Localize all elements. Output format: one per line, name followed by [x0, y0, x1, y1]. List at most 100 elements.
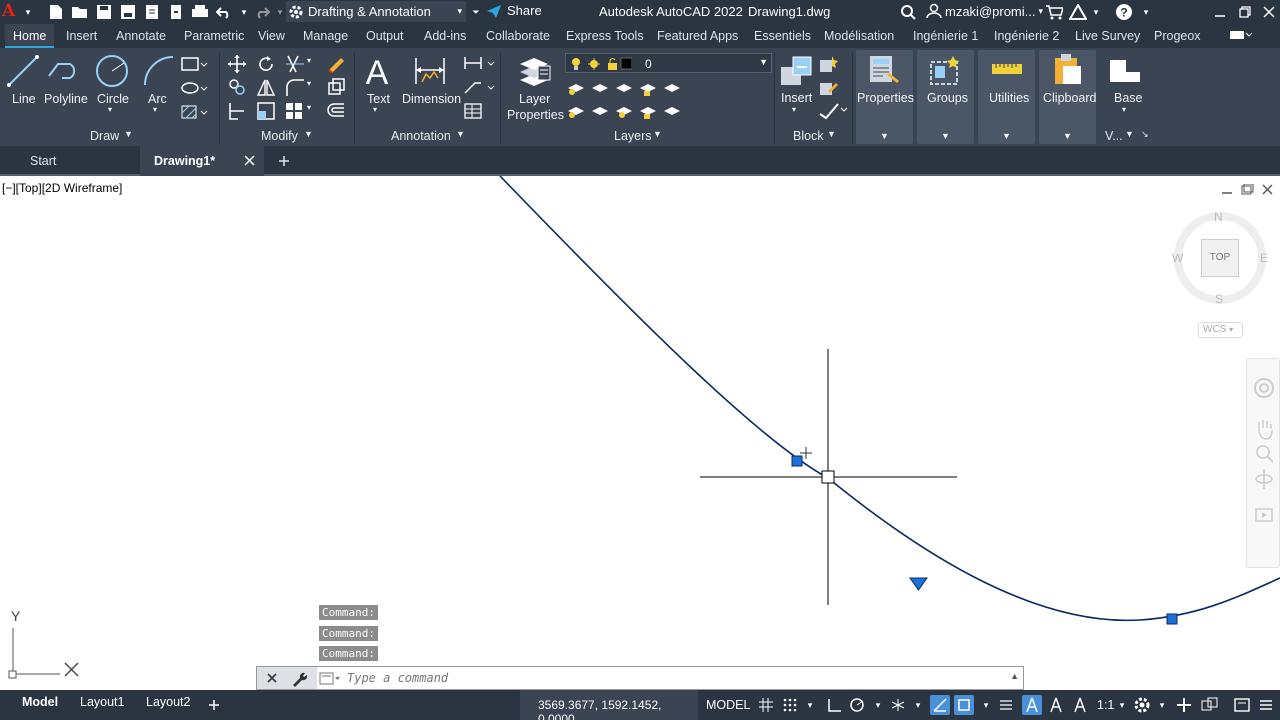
snap-icon[interactable] [780, 695, 800, 715]
save-icon[interactable] [94, 2, 114, 22]
pan-hand-icon[interactable] [1254, 417, 1274, 441]
polyline-icon[interactable] [46, 54, 82, 88]
chevron-down-icon[interactable]: ▾ [373, 105, 377, 114]
chevron-down-icon[interactable]: ▼ [827, 129, 836, 139]
customize-wrench-icon[interactable] [291, 671, 307, 687]
tab-drawing1[interactable]: Drawing1* [140, 146, 264, 176]
auto-scale-icon[interactable] [1046, 695, 1066, 715]
chevron-down-icon[interactable]: ▾ [1086, 2, 1106, 22]
chevron-down-icon[interactable]: ▾ [800, 695, 820, 715]
ribbon-minimize-toggle[interactable] [1229, 28, 1253, 45]
tab-model[interactable]: Model [22, 695, 58, 709]
create-block-icon[interactable] [818, 54, 838, 74]
chevron-down-icon[interactable]: ▼ [1125, 129, 1134, 139]
edit-block-icon[interactable] [818, 77, 838, 97]
groups-button[interactable]: Groups ▼ [917, 50, 974, 144]
tab-layout1[interactable]: Layout1 [80, 695, 124, 709]
new-tab-plus-icon[interactable] [278, 155, 290, 167]
tab-ingenierie-2[interactable]: Ingénierie 2 [994, 29, 1059, 43]
table-icon[interactable] [463, 102, 485, 120]
undo-icon[interactable] [214, 2, 234, 22]
fillet-icon[interactable] [284, 77, 306, 97]
tab-essentiels[interactable]: Essentiels [754, 29, 811, 43]
chevron-down-icon[interactable]: ▾ [153, 105, 157, 114]
copy-icon[interactable] [227, 77, 247, 97]
viewport-window-controls[interactable] [1221, 184, 1277, 196]
array-icon[interactable] [284, 101, 306, 121]
base-view-icon[interactable] [1108, 56, 1142, 86]
tab-start[interactable]: Start [0, 146, 140, 176]
command-input[interactable] [347, 669, 987, 687]
search-icon[interactable] [898, 2, 918, 22]
app-logo[interactable]: A [2, 1, 15, 21]
rectangle-icon[interactable] [180, 55, 208, 73]
polar-tracking-icon[interactable] [848, 695, 868, 715]
layer-properties-label-2[interactable]: Properties [507, 108, 564, 122]
insert-button[interactable]: Insert [781, 91, 812, 105]
isolate-objects-icon[interactable] [1200, 695, 1220, 715]
minimize-icon[interactable] [1208, 1, 1232, 23]
leader-icon[interactable] [463, 78, 497, 96]
close-tab-icon[interactable] [244, 155, 255, 166]
tab-layout2[interactable]: Layout2 [146, 695, 190, 709]
redo-icon[interactable] [252, 2, 272, 22]
chevron-down-icon[interactable]: ▾ [108, 105, 112, 114]
tab-home[interactable]: Home [5, 24, 55, 48]
mirror-icon[interactable] [256, 77, 276, 97]
base-button[interactable]: Base [1114, 91, 1143, 105]
isodraft-icon[interactable] [888, 695, 908, 715]
model-space-toggle[interactable]: MODEL [706, 698, 750, 712]
chevron-down-icon[interactable]: ▾ [868, 695, 888, 715]
chevron-down-icon[interactable]: ▾ [1152, 695, 1172, 715]
clipboard-button[interactable]: Clipboard ▼ [1039, 50, 1097, 144]
draw-panel-label[interactable]: Draw [90, 129, 119, 143]
layer-properties-icon[interactable] [516, 52, 552, 88]
zoom-extents-icon[interactable] [1254, 443, 1274, 465]
wcs-menu[interactable]: WCS ▾ [1198, 322, 1243, 338]
chevron-down-icon[interactable]: ▼ [456, 129, 465, 139]
tab-insert[interactable]: Insert [66, 29, 97, 43]
viewcube-top-face[interactable]: TOP [1201, 239, 1239, 277]
open-file-icon[interactable] [70, 2, 90, 22]
circle-icon[interactable] [94, 53, 130, 89]
properties-button[interactable]: Properties ▼ [856, 50, 914, 144]
gear-icon[interactable] [1132, 695, 1152, 715]
close-command-line-icon[interactable] [267, 673, 277, 684]
layers-panel-label[interactable]: Layers [614, 129, 652, 143]
customize-qat-icon[interactable]: ⏷ [466, 2, 486, 22]
tab-view[interactable]: View [258, 29, 285, 43]
insert-block-icon[interactable] [779, 53, 815, 89]
tab-modelisation[interactable]: Modélisation [824, 29, 894, 43]
compass-north[interactable]: N [1214, 210, 1223, 224]
chevron-down-icon[interactable]: ▾ [1136, 2, 1156, 22]
annotation-visibility-icon[interactable] [1022, 695, 1042, 715]
tab-featured-apps[interactable]: Featured Apps [657, 29, 738, 43]
publish-icon[interactable] [142, 2, 162, 22]
stretch-icon[interactable] [227, 101, 247, 121]
erase-icon[interactable] [326, 53, 346, 73]
circle-button[interactable]: Circle [97, 92, 129, 106]
autodesk-app-icon[interactable] [1068, 2, 1088, 22]
utilities-button[interactable]: Utilities ▼ [978, 50, 1035, 144]
chevron-down-icon[interactable]: ▾ [1112, 695, 1132, 715]
orbit-icon[interactable] [1254, 467, 1274, 491]
tab-manage[interactable]: Manage [303, 29, 348, 43]
tab-express-tools[interactable]: Express Tools [566, 29, 644, 43]
tab-output[interactable]: Output [366, 29, 404, 43]
lineweight-icon[interactable] [996, 695, 1016, 715]
chevron-down-icon[interactable]: ▾ [792, 105, 796, 114]
chevron-down-icon[interactable]: ▾ [307, 103, 311, 112]
chevron-down-icon[interactable]: ▾ [908, 695, 928, 715]
annotation-panel-label[interactable]: Annotation [391, 129, 451, 143]
help-icon[interactable]: ? [1114, 2, 1134, 22]
new-file-icon[interactable] [46, 2, 66, 22]
chevron-down-icon[interactable]: ▼ [124, 129, 133, 139]
line-button[interactable]: Line [12, 92, 36, 106]
grid-icon[interactable] [756, 695, 776, 715]
chevron-down-icon[interactable]: ▼ [304, 129, 313, 139]
block-panel-label[interactable]: Block [793, 129, 824, 143]
compass-west[interactable]: W [1172, 251, 1183, 265]
command-line-grip[interactable] [257, 667, 317, 689]
tab-live-survey[interactable]: Live Survey [1075, 29, 1140, 43]
polyline-button[interactable]: Polyline [44, 92, 88, 106]
